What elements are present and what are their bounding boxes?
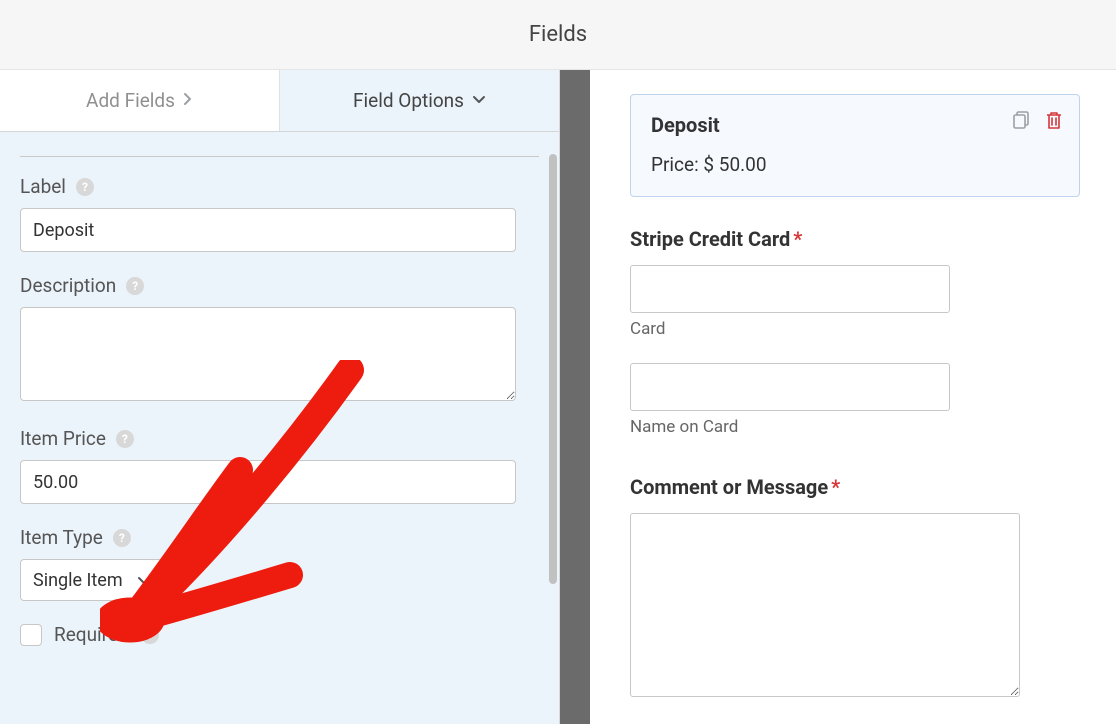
tabs: Add Fields Field Options (0, 70, 559, 132)
card-actions (1011, 109, 1065, 131)
left-panel: Add Fields Field Options Label ? (0, 70, 560, 724)
page-title: Fields (529, 22, 587, 47)
name-on-card-label: Name on Card (630, 417, 1080, 437)
page-header: Fields (0, 0, 1116, 70)
annotation-arrow-icon (100, 360, 400, 660)
spacer (630, 461, 1080, 475)
description-input[interactable] (20, 307, 516, 401)
stripe-title-text: Stripe Credit Card (630, 227, 790, 251)
tab-field-options[interactable]: Field Options (280, 70, 559, 131)
preview-panel: Deposit Price: $ 50.00 Stripe Credit Car… (590, 70, 1116, 724)
card-label: Card (630, 319, 1080, 339)
required-row: Required ? (20, 623, 539, 646)
label-title: Label (20, 175, 66, 198)
duplicate-icon[interactable] (1011, 109, 1033, 131)
label-title-row: Label ? (20, 175, 539, 198)
card-input[interactable] (630, 265, 950, 313)
deposit-price: Price: $ 50.00 (651, 153, 1059, 176)
scrollbar-thumb[interactable] (549, 154, 557, 584)
help-icon[interactable]: ? (76, 178, 94, 196)
comment-title-text: Comment or Message (630, 475, 828, 499)
item-type-value: Single Item (33, 570, 123, 591)
scrollbar[interactable] (545, 140, 559, 700)
required-label: Required (54, 623, 129, 646)
description-title: Description (20, 274, 116, 297)
help-icon[interactable]: ? (116, 430, 134, 448)
item-price-title: Item Price (20, 427, 106, 450)
panel-divider[interactable] (560, 70, 590, 724)
item-price-row: Item Price ? (20, 427, 539, 504)
tab-add-fields[interactable]: Add Fields (0, 70, 280, 131)
chevron-down-icon (137, 570, 151, 591)
help-icon[interactable]: ? (141, 626, 159, 644)
deposit-card[interactable]: Deposit Price: $ 50.00 (630, 94, 1080, 197)
name-on-card-input[interactable] (630, 363, 950, 411)
field-options-body: Label ? Description ? Item Price ? (0, 132, 559, 668)
comment-section-title: Comment or Message* (630, 475, 1080, 499)
required-checkbox[interactable] (20, 624, 42, 646)
chevron-down-icon (472, 93, 486, 109)
comment-textarea[interactable] (630, 513, 1020, 697)
label-row: Label ? (20, 175, 539, 252)
item-type-title: Item Type (20, 526, 103, 549)
chevron-right-icon (183, 92, 193, 110)
help-icon[interactable]: ? (113, 529, 131, 547)
required-asterisk: * (793, 227, 802, 251)
tab-add-fields-label: Add Fields (86, 89, 175, 112)
item-type-select[interactable]: Single Item (20, 559, 164, 601)
label-input[interactable] (20, 208, 516, 252)
item-price-title-row: Item Price ? (20, 427, 539, 450)
trash-icon[interactable] (1043, 109, 1065, 131)
deposit-title: Deposit (651, 113, 1059, 137)
tab-field-options-label: Field Options (353, 89, 464, 112)
description-title-row: Description ? (20, 274, 539, 297)
item-type-row: Item Type ? Single Item (20, 526, 539, 601)
main-area: Add Fields Field Options Label ? (0, 70, 1116, 724)
stripe-section-title: Stripe Credit Card* (630, 227, 1080, 251)
description-row: Description ? (20, 274, 539, 405)
help-icon[interactable]: ? (126, 277, 144, 295)
item-price-input[interactable] (20, 460, 516, 504)
required-asterisk: * (831, 475, 840, 499)
divider-line (20, 156, 539, 157)
item-type-title-row: Item Type ? (20, 526, 539, 549)
